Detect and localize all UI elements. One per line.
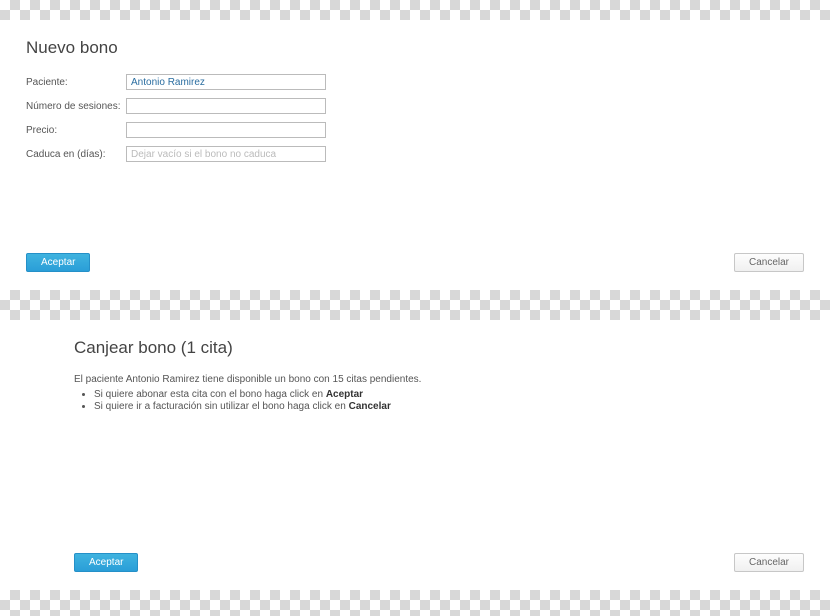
- input-precio[interactable]: [126, 122, 326, 138]
- row-sesiones: Número de sesiones:: [26, 98, 804, 114]
- list-item: Si quiere abonar esta cita con el bono h…: [94, 389, 804, 400]
- button-row-bottom: Aceptar Cancelar: [74, 553, 804, 572]
- list-item: Si quiere ir a facturación sin utilizar …: [94, 401, 804, 412]
- label-sesiones: Número de sesiones:: [26, 101, 126, 112]
- row-precio: Precio:: [26, 122, 804, 138]
- row-caduca: Caduca en (días):: [26, 146, 804, 162]
- accept-button-top[interactable]: Aceptar: [26, 253, 90, 272]
- panel-canjear-bono: Canjear bono (1 cita) El paciente Antoni…: [0, 320, 830, 590]
- checker-mid: [0, 290, 830, 320]
- cancel-button-top[interactable]: Cancelar: [734, 253, 804, 272]
- bullet-pre: Si quiere abonar esta cita con el bono h…: [94, 389, 326, 400]
- input-sesiones[interactable]: [126, 98, 326, 114]
- button-row-top: Aceptar Cancelar: [26, 253, 804, 272]
- cancel-button-bottom[interactable]: Cancelar: [734, 553, 804, 572]
- row-paciente: Paciente:: [26, 74, 804, 90]
- bullet-pre: Si quiere ir a facturación sin utilizar …: [94, 401, 349, 412]
- panel-nuevo-bono: Nuevo bono Paciente: Número de sesiones:…: [0, 20, 830, 290]
- bullet-bold: Aceptar: [326, 389, 363, 400]
- checker-bot: [0, 590, 830, 616]
- label-precio: Precio:: [26, 125, 126, 136]
- info-text: El paciente Antonio Ramirez tiene dispon…: [74, 374, 804, 385]
- page-title-nuevo-bono: Nuevo bono: [26, 38, 804, 58]
- bullet-bold: Cancelar: [349, 401, 391, 412]
- page-title-canjear-bono: Canjear bono (1 cita): [74, 338, 804, 358]
- accept-button-bottom[interactable]: Aceptar: [74, 553, 138, 572]
- label-caduca: Caduca en (días):: [26, 149, 126, 160]
- bullet-list: Si quiere abonar esta cita con el bono h…: [74, 389, 804, 412]
- label-paciente: Paciente:: [26, 77, 126, 88]
- input-caduca[interactable]: [126, 146, 326, 162]
- input-paciente[interactable]: [126, 74, 326, 90]
- checker-top: [0, 0, 830, 20]
